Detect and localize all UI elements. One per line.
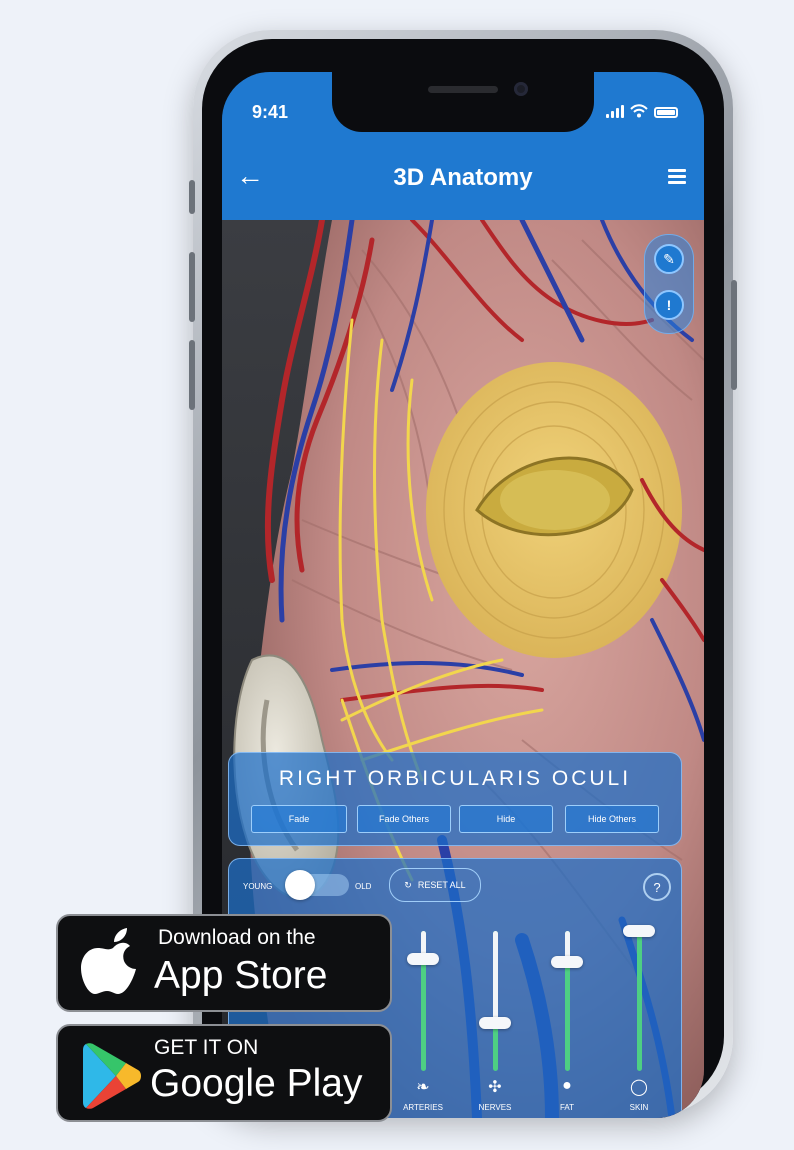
- nerves-slider[interactable]: [475, 921, 515, 1071]
- volume-down-button: [189, 340, 195, 410]
- structure-name: RIGHT ORBICULARIS OCULI: [278, 767, 632, 790]
- google-play-line2: Google Play: [150, 1062, 363, 1105]
- reset-all-label: RESET ALL: [417, 880, 466, 890]
- google-play-logo-icon: [83, 1043, 141, 1109]
- fade-others-button[interactable]: Fade Others: [357, 805, 451, 833]
- status-icons: [606, 104, 678, 118]
- app-store-badge[interactable]: Download on the App Store: [56, 914, 392, 1012]
- power-button: [731, 280, 737, 390]
- hide-button[interactable]: Hide: [459, 805, 553, 833]
- phone-notch: [332, 72, 594, 132]
- google-play-line1: GET IT ON: [154, 1036, 259, 1059]
- app-store-line1: Download on the: [158, 926, 316, 949]
- page-title: 3D Anatomy: [393, 164, 533, 191]
- skin-label: SKIN: [629, 1103, 649, 1112]
- arteries-label: ARTERIES: [403, 1103, 443, 1112]
- skin-slider[interactable]: [619, 921, 659, 1071]
- reset-icon: ↻: [404, 879, 412, 890]
- nerves-label: NERVES: [478, 1103, 512, 1112]
- fat-slider[interactable]: [547, 921, 587, 1071]
- age-old-label: OLD: [355, 882, 372, 891]
- arteries-slider[interactable]: [403, 921, 443, 1071]
- warning-triangle-icon[interactable]: !: [654, 290, 684, 320]
- help-icon[interactable]: ?: [643, 873, 671, 901]
- arteries-icon[interactable]: ❧: [393, 1077, 453, 1097]
- signal-icon: [606, 104, 624, 118]
- battery-icon: [654, 107, 678, 118]
- status-time: 9:41: [252, 102, 289, 122]
- floating-tools: ✎ !: [644, 234, 694, 334]
- reset-all-button[interactable]: ↻ RESET ALL: [389, 868, 481, 902]
- volume-up-button: [189, 252, 195, 322]
- hide-others-button[interactable]: Hide Others: [565, 805, 659, 833]
- mute-switch: [189, 180, 195, 214]
- fat-label: FAT: [559, 1103, 575, 1112]
- google-play-badge[interactable]: GET IT ON Google Play: [56, 1024, 392, 1122]
- fade-button[interactable]: Fade: [251, 805, 347, 833]
- age-toggle-knob[interactable]: [285, 870, 315, 900]
- app-store-line2: App Store: [154, 954, 328, 997]
- selection-panel: RIGHT ORBICULARIS OCULI Fade Fade Others…: [228, 752, 682, 846]
- edit-pen-icon[interactable]: ✎: [654, 244, 684, 274]
- front-camera: [514, 82, 528, 96]
- fat-icon[interactable]: ●: [537, 1077, 597, 1095]
- speaker-grille: [428, 86, 498, 93]
- nerves-icon[interactable]: ✣: [465, 1077, 525, 1097]
- apple-logo-icon: [81, 928, 136, 994]
- wifi-icon: [630, 104, 648, 118]
- age-toggle[interactable]: [285, 870, 349, 900]
- skin-icon[interactable]: ◯: [609, 1077, 669, 1097]
- hamburger-menu-icon[interactable]: [668, 169, 686, 187]
- age-young-label: YOUNG: [243, 882, 273, 891]
